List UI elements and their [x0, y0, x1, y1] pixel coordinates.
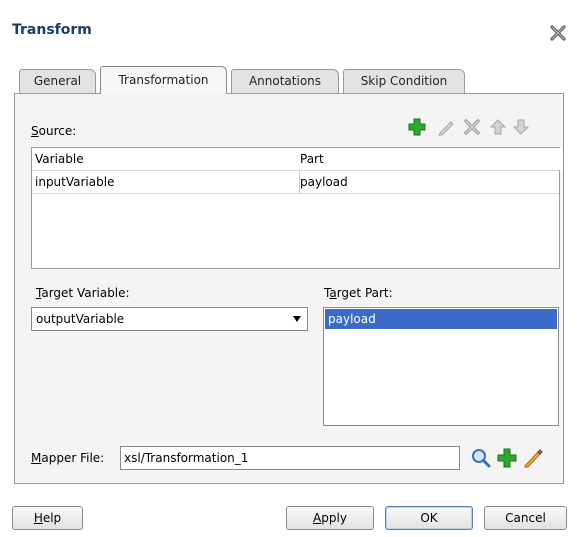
- ok-button[interactable]: OK: [385, 506, 473, 530]
- edit-icon[interactable]: [522, 447, 544, 469]
- mapper-file-label: Mapper File:: [31, 451, 105, 465]
- tab-annotations[interactable]: Annotations: [231, 69, 339, 93]
- target-variable-dropdown[interactable]: outputVariable: [31, 307, 308, 331]
- dialog-title: Transform: [12, 22, 92, 38]
- edit-icon[interactable]: [437, 118, 455, 136]
- target-part-label: Target Part:: [324, 286, 393, 300]
- close-icon[interactable]: [550, 25, 566, 41]
- source-label: Source:: [31, 124, 77, 138]
- add-icon[interactable]: [496, 447, 518, 469]
- table-row[interactable]: inputVariable payload: [32, 171, 559, 194]
- search-icon[interactable]: [470, 447, 492, 469]
- row-part-cell[interactable]: payload: [297, 171, 562, 193]
- table-header: Variable Part: [32, 148, 562, 171]
- delete-icon[interactable]: [463, 118, 481, 136]
- column-header-part[interactable]: Part: [297, 148, 562, 170]
- cancel-button[interactable]: Cancel: [484, 506, 567, 530]
- mapper-file-input[interactable]: xsl/Transformation_1: [120, 446, 460, 470]
- target-part-list[interactable]: payload: [323, 307, 559, 426]
- target-variable-value: outputVariable: [36, 312, 125, 326]
- row-variable-cell[interactable]: inputVariable: [32, 171, 300, 193]
- source-table[interactable]: Variable Part inputVariable payload: [31, 147, 562, 269]
- move-up-icon[interactable]: [489, 118, 507, 136]
- apply-button[interactable]: Apply: [286, 506, 374, 530]
- chevron-down-icon[interactable]: [293, 316, 301, 322]
- target-variable-label: Target Variable:: [36, 286, 130, 300]
- column-header-variable[interactable]: Variable: [32, 148, 300, 170]
- help-button[interactable]: Help: [12, 506, 83, 530]
- list-item[interactable]: payload: [325, 309, 557, 329]
- tab-skip-condition[interactable]: Skip Condition: [343, 69, 465, 93]
- tab-general[interactable]: General: [19, 69, 96, 93]
- tab-transformation[interactable]: Transformation: [100, 66, 227, 94]
- add-icon[interactable]: [408, 118, 426, 136]
- move-down-icon[interactable]: [512, 118, 530, 136]
